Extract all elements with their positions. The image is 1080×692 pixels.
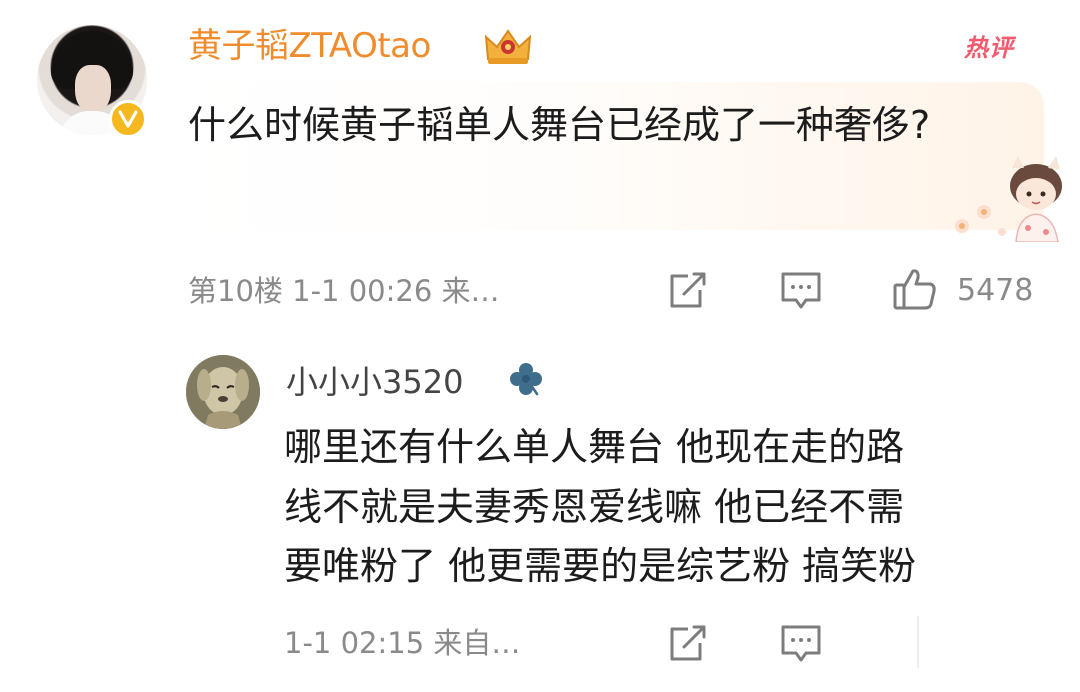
divider	[917, 616, 919, 668]
reply-text-line-1: 哪里还有什么单人舞台 他现在走的路	[284, 425, 905, 469]
hot-comment-badge: 热评	[964, 34, 1014, 62]
share-square-icon[interactable]	[666, 268, 710, 312]
comment-time: 1-1 00:26	[292, 274, 433, 308]
main-username[interactable]: 黄子韬ZTAOtao	[188, 24, 431, 68]
reply-text-line-3: 要唯粉了 他更需要的是综艺粉 搞笑粉	[284, 544, 917, 588]
comment-bubble-icon[interactable]	[779, 268, 823, 312]
reply-source: 来自…	[433, 626, 521, 660]
reply-comment-bubble-icon[interactable]	[779, 621, 823, 665]
comment-source: 来…	[441, 274, 500, 308]
main-comment-text: 什么时候黄子韬单人舞台已经成了一种奢侈?	[188, 103, 931, 147]
reply-share-square-icon[interactable]	[666, 621, 710, 665]
chibi-sticker-icon	[955, 156, 1062, 242]
thumbs-up-icon[interactable]	[892, 266, 938, 312]
reply-meta: 1-1 02:15 来自…	[284, 623, 520, 663]
floor-label: 第10楼	[188, 274, 283, 308]
clover-icon	[510, 363, 542, 396]
main-comment-meta: 第10楼 1-1 00:26 来…	[188, 271, 500, 311]
reply-time: 1-1 02:15	[284, 626, 425, 660]
like-count[interactable]: 5478	[957, 271, 1033, 311]
reply-avatar[interactable]	[186, 355, 260, 429]
verified-icon	[109, 100, 147, 138]
reply-username[interactable]: 小小小3520	[286, 360, 463, 404]
reply-text-line-2: 线不就是夫妻秀恩爱线嘛 他已经不需	[284, 485, 905, 529]
crown-badge-icon	[484, 29, 532, 64]
